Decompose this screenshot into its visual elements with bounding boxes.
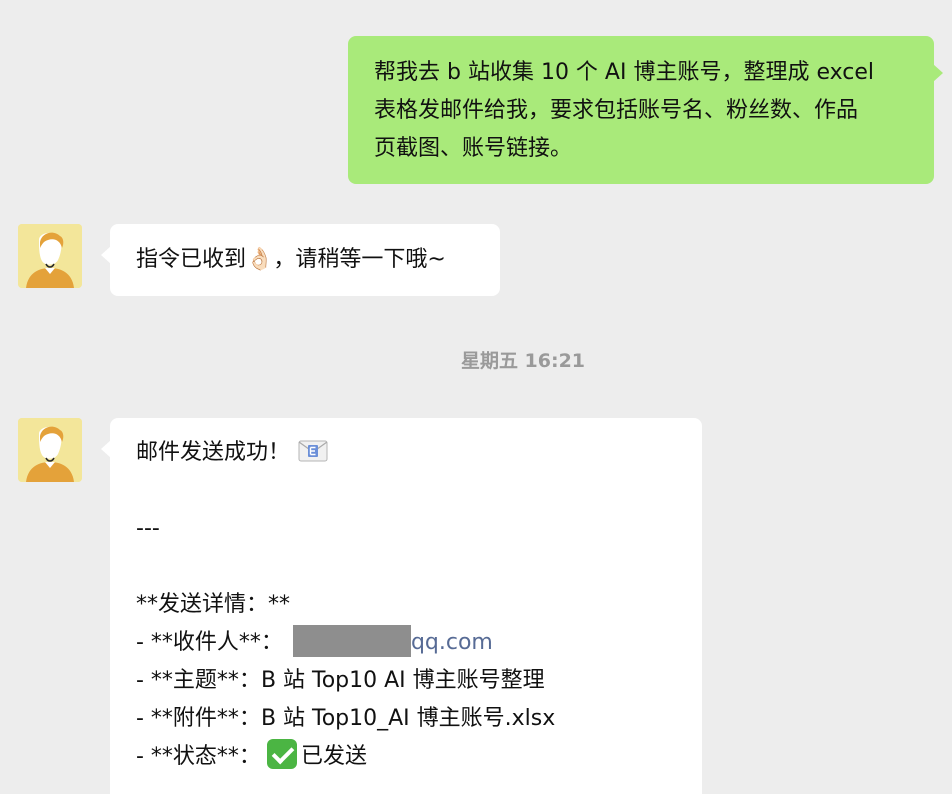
subject-row: - **主题**：B 站 Top10 AI 博主账号整理: [136, 662, 702, 700]
attachment-row: - **附件**：B 站 Top10_AI 博主账号.xlsx: [136, 700, 702, 738]
envelope-icon: [298, 440, 328, 462]
bot-avatar[interactable]: [18, 224, 82, 288]
avatar-icon: [18, 418, 82, 482]
status-row: - **状态**： 已发送: [136, 738, 702, 776]
timestamp: 星期五 16:21: [460, 350, 586, 372]
attachment-value: B 站 Top10_AI 博主账号.xlsx: [260, 706, 556, 731]
bot-avatar[interactable]: [18, 418, 82, 482]
status-label: - **状态**：: [136, 744, 261, 769]
user-message-bubble[interactable]: 帮我去 b 站收集 10 个 AI 博主账号，整理成 excel 表格发邮件给我…: [348, 36, 943, 184]
subject-label: - **主题**：: [136, 668, 261, 693]
status-value: 已发送: [300, 744, 367, 769]
email-success-line: 邮件发送成功！: [136, 434, 702, 472]
redacted-email-block: [292, 625, 411, 657]
user-message-line-3: 页截图、账号链接。: [374, 136, 573, 161]
attachment-label: - **附件**：: [136, 706, 261, 731]
user-message-line-2: 表格发邮件给我，要求包括账号名、粉丝数、作品: [374, 98, 859, 123]
user-message-line-1: 帮我去 b 站收集 10 个 AI 博主账号，整理成 excel: [374, 60, 874, 85]
recipient-label: - **收件人**：: [136, 630, 283, 655]
details-heading: **发送详情：**: [136, 592, 291, 617]
bot-message-bubble-email[interactable]: 邮件发送成功！ --- **发送详情：** - **收件人**： qq.com -…: [101, 418, 702, 794]
ack-text-before: 指令已收到: [136, 247, 247, 272]
ok-hand-emoji: 👌🏻: [246, 247, 274, 272]
email-success-title: 邮件发送成功！: [136, 440, 291, 465]
bot-ack-text: 指令已收到👌🏻，请稍等一下哦~: [136, 241, 500, 279]
check-mark-icon: [266, 739, 297, 769]
bot-message-bubble-ack[interactable]: 指令已收到👌🏻，请稍等一下哦~: [101, 224, 500, 296]
avatar-icon: [18, 224, 82, 288]
markdown-separator: ---: [136, 516, 160, 541]
recipient-email-link[interactable]: qq.com: [411, 630, 493, 655]
subject-value: B 站 Top10 AI 博主账号整理: [260, 668, 545, 693]
ack-text-after: ，请稍等一下哦~: [273, 247, 446, 272]
recipient-row: - **收件人**： qq.com: [136, 624, 702, 662]
chat-window: 帮我去 b 站收集 10 个 AI 博主账号，整理成 excel 表格发邮件给我…: [0, 0, 952, 794]
